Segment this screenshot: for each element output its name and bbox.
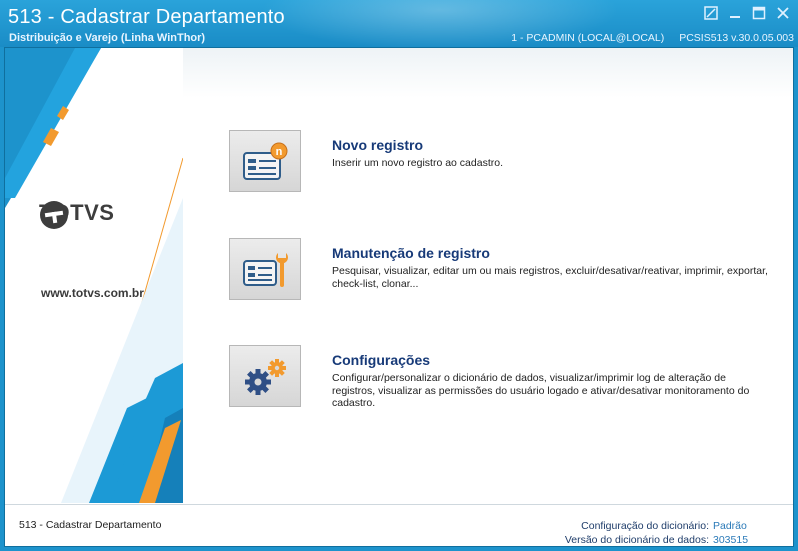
option-configuracoes[interactable]: Configurações Configurar/personalizar o … xyxy=(229,345,789,409)
new-record-button[interactable]: n xyxy=(229,130,301,192)
title-bar[interactable]: 513 - Cadastrar Departamento Distribuiçã… xyxy=(0,0,798,50)
window-controls xyxy=(702,6,792,22)
option-title[interactable]: Novo registro xyxy=(332,137,423,153)
close-icon[interactable] xyxy=(774,6,792,22)
maintenance-button[interactable] xyxy=(229,238,301,300)
option-title[interactable]: Configurações xyxy=(332,352,430,368)
option-description: Configurar/personalizar o dicionário de … xyxy=(332,372,750,409)
totvs-logo: TOTVS xyxy=(39,200,114,229)
brand-panel: TOTVS www.totvs.com.br xyxy=(5,48,183,503)
settings-gears-icon xyxy=(245,359,286,395)
restore-icon[interactable] xyxy=(702,6,720,22)
window-title: 513 - Cadastrar Departamento xyxy=(8,6,285,28)
option-title[interactable]: Manutenção de registro xyxy=(332,245,490,261)
new-record-icon: n xyxy=(243,142,288,180)
connection-info: 1 - PCADMIN (LOCAL@LOCAL) PCSIS513 v.30.… xyxy=(499,32,794,44)
status-bar: 513 - Cadastrar Departamento Configuraçã… xyxy=(5,504,793,546)
dictionary-config-value: Padrão xyxy=(713,520,747,532)
option-description: Inserir um novo registro ao cadastro. xyxy=(332,157,503,169)
app-window: 513 - Cadastrar Departamento Distribuiçã… xyxy=(0,0,798,551)
settings-button[interactable] xyxy=(229,345,301,407)
totvs-logo-icon xyxy=(40,201,68,229)
main-panel: TOTVS www.totvs.com.br n Novo registro I… xyxy=(4,47,794,547)
connection-label: 1 - PCADMIN (LOCAL@LOCAL) xyxy=(511,32,665,44)
website-link: www.totvs.com.br xyxy=(41,286,144,300)
version-label: PCSIS513 v.30.0.05.003 xyxy=(679,32,794,44)
header-band xyxy=(183,48,793,98)
status-routine: 513 - Cadastrar Departamento xyxy=(19,519,162,531)
dictionary-version-label: Versão do dicionário de dados: xyxy=(564,534,709,546)
window-subtitle: Distribuição e Varejo (Linha WinThor) xyxy=(9,32,206,44)
option-description: Pesquisar, visualizar, editar um ou mais… xyxy=(332,265,768,290)
minimize-icon[interactable] xyxy=(726,6,744,22)
option-novo-registro[interactable]: n Novo registro Inserir um novo registro… xyxy=(229,130,789,194)
dictionary-config-label: Configuração do dicionário: xyxy=(581,520,709,532)
dictionary-info: Configuração do dicionário: Padrão Versão… xyxy=(564,519,753,546)
brand-stripes xyxy=(5,48,183,503)
dictionary-version-value: 303515 xyxy=(713,534,749,546)
maximize-icon[interactable] xyxy=(750,6,768,22)
option-manutencao-registro[interactable]: Manutenção de registro Pesquisar, visual… xyxy=(229,238,789,302)
svg-text:n: n xyxy=(276,146,283,158)
maintenance-icon xyxy=(243,253,288,287)
